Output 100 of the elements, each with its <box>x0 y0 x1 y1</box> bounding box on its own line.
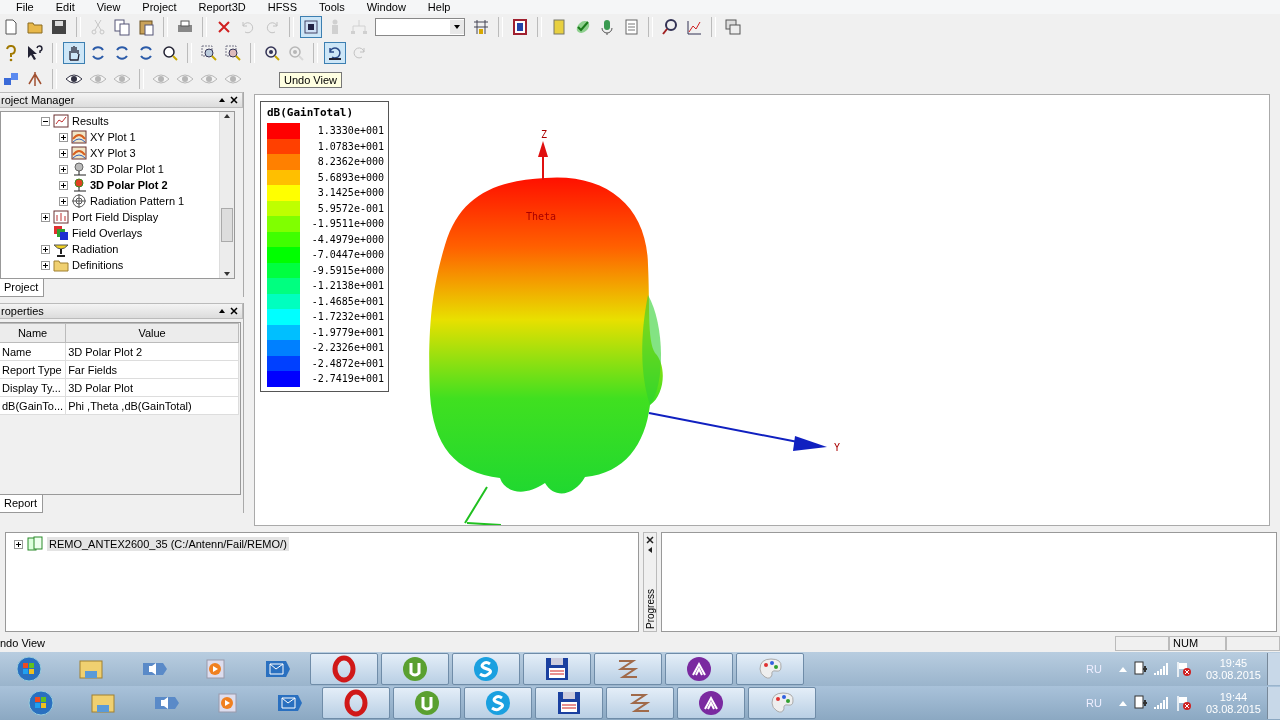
project-tree-item[interactable]: REMO_ANTEX2600_35 (C:/Antenn/Fail/REMO/) <box>47 537 289 551</box>
taskbar-button[interactable] <box>535 687 603 719</box>
start-orb-icon <box>27 689 55 717</box>
legend-value: -1.4685e+001 <box>310 295 384 307</box>
expand-toggle[interactable] <box>59 132 68 142</box>
pin-close-icon[interactable] <box>218 307 238 315</box>
menu-item[interactable]: Window <box>366 0 406 14</box>
panel-title: roperties <box>1 305 44 317</box>
dish-icon <box>53 241 69 257</box>
legend-value: -4.4979e+000 <box>310 233 384 245</box>
axis-label: Y <box>834 442 841 453</box>
triangle-logo-icon <box>697 689 725 717</box>
tree-item[interactable]: Radiation Pattern 1 <box>90 195 185 207</box>
menu-item[interactable]: Report3D <box>198 0 246 14</box>
taskbar-button[interactable] <box>322 687 390 719</box>
menu-item[interactable]: Tools <box>319 0 345 14</box>
flag-error-icon[interactable] <box>1175 661 1192 677</box>
overlays-icon <box>53 225 69 241</box>
power-plug-icon[interactable] <box>1133 695 1148 711</box>
menu-item[interactable]: File <box>16 0 34 14</box>
torrent-logo-icon <box>413 689 441 717</box>
taskbar-button[interactable] <box>677 687 745 719</box>
show-desktop-button[interactable] <box>1267 687 1280 719</box>
menu-item[interactable]: HFSS <box>267 0 298 14</box>
show-hidden-icons-icon[interactable] <box>1117 699 1128 707</box>
folder-icon <box>53 257 69 273</box>
polar-plot-icon <box>71 161 87 177</box>
status-message: ndo View <box>0 637 47 649</box>
menu-item[interactable]: Edit <box>55 0 75 14</box>
taskbar-button[interactable] <box>310 653 378 685</box>
pin-close-icon[interactable] <box>218 96 238 104</box>
tree-item[interactable]: Field Overlays <box>72 227 143 239</box>
legend-value: 3.1425e+000 <box>316 187 384 199</box>
tree-item[interactable]: 3D Polar Plot 1 <box>90 163 164 175</box>
plot-icon <box>71 129 87 145</box>
expand-toggle[interactable] <box>59 148 68 158</box>
progress-label: Progress <box>644 589 656 629</box>
legend-value: -2.2326e+001 <box>310 342 384 354</box>
expand-toggle[interactable] <box>41 244 50 254</box>
status-indicator: NUM <box>1169 635 1226 651</box>
menu-item[interactable]: Project <box>142 0 177 14</box>
legend-value: 5.6893e+000 <box>316 171 384 183</box>
tooltip: Undo View <box>279 72 342 88</box>
scroll-up-icon[interactable] <box>223 112 231 120</box>
expand-toggle[interactable] <box>41 116 50 126</box>
power-plug-icon[interactable] <box>1133 661 1148 677</box>
scrollbar[interactable] <box>219 112 234 278</box>
tree-item[interactable]: Port Field Display <box>72 211 159 223</box>
legend-value: -9.5915e+000 <box>310 264 384 276</box>
expand-toggle[interactable] <box>41 212 50 222</box>
tree-item[interactable]: Definitions <box>72 259 124 271</box>
panel-tab[interactable]: Report <box>0 495 44 513</box>
taskbar-button[interactable] <box>665 653 733 685</box>
tree-item[interactable]: Results <box>72 115 109 127</box>
show-desktop-button[interactable] <box>1267 653 1280 685</box>
scrollbar-thumb[interactable] <box>221 208 233 242</box>
legend-value: 8.2362e+000 <box>316 156 384 168</box>
axis-label: Z <box>541 129 548 140</box>
expand-toggle[interactable] <box>14 539 23 549</box>
legend-value: -2.4872e+001 <box>310 357 384 369</box>
skype-logo-icon <box>472 655 500 683</box>
dropdown-field[interactable] <box>375 18 465 36</box>
menu-item[interactable]: Help <box>427 0 451 14</box>
panel-title: roject Manager <box>1 94 75 106</box>
signal-bars-icon[interactable] <box>1153 662 1170 676</box>
legend-title: dB(GainTotal) <box>267 106 355 119</box>
legend-value: -1.9511e+000 <box>310 218 384 230</box>
tree-item[interactable]: Radiation <box>72 243 119 255</box>
legend-value: -1.9779e+001 <box>310 326 384 338</box>
expand-toggle[interactable] <box>59 196 68 206</box>
z-axis <box>538 141 548 181</box>
start-orb-icon <box>15 655 43 683</box>
close-icon[interactable] <box>645 535 655 555</box>
status-indicator-panel <box>1226 635 1280 651</box>
panel-tab[interactable]: Project <box>0 279 45 297</box>
flag-error-icon[interactable] <box>1175 695 1192 711</box>
crosshair-icon <box>71 193 87 209</box>
tree-item[interactable]: XY Plot 3 <box>90 147 136 159</box>
tree-item[interactable]: XY Plot 1 <box>90 131 136 143</box>
legend-value: 5.9572e-001 <box>316 202 384 214</box>
opera-logo-icon <box>342 689 370 717</box>
column-header[interactable]: Value <box>65 323 239 343</box>
legend-value: -1.7232e+001 <box>310 311 384 323</box>
taskbar-button[interactable] <box>523 653 591 685</box>
plot-icon <box>71 145 87 161</box>
expand-toggle[interactable] <box>41 260 50 270</box>
opera-logo-icon <box>330 655 358 683</box>
expand-toggle[interactable] <box>59 180 68 190</box>
column-header[interactable]: Name <box>0 323 66 343</box>
legend-value: -1.2138e+001 <box>310 280 384 292</box>
taskbar-button[interactable] <box>594 653 662 685</box>
torrent-logo-icon <box>401 655 429 683</box>
legend-value: -2.7419e+001 <box>310 373 384 385</box>
expand-toggle[interactable] <box>59 164 68 174</box>
signal-bars-icon[interactable] <box>1153 696 1170 710</box>
tree-item[interactable]: 3D Polar Plot 2 <box>90 179 168 191</box>
taskbar-button[interactable] <box>606 687 674 719</box>
scroll-down-icon[interactable] <box>223 270 231 278</box>
triangle-logo-icon <box>685 655 713 683</box>
menu-item[interactable]: View <box>96 0 121 14</box>
